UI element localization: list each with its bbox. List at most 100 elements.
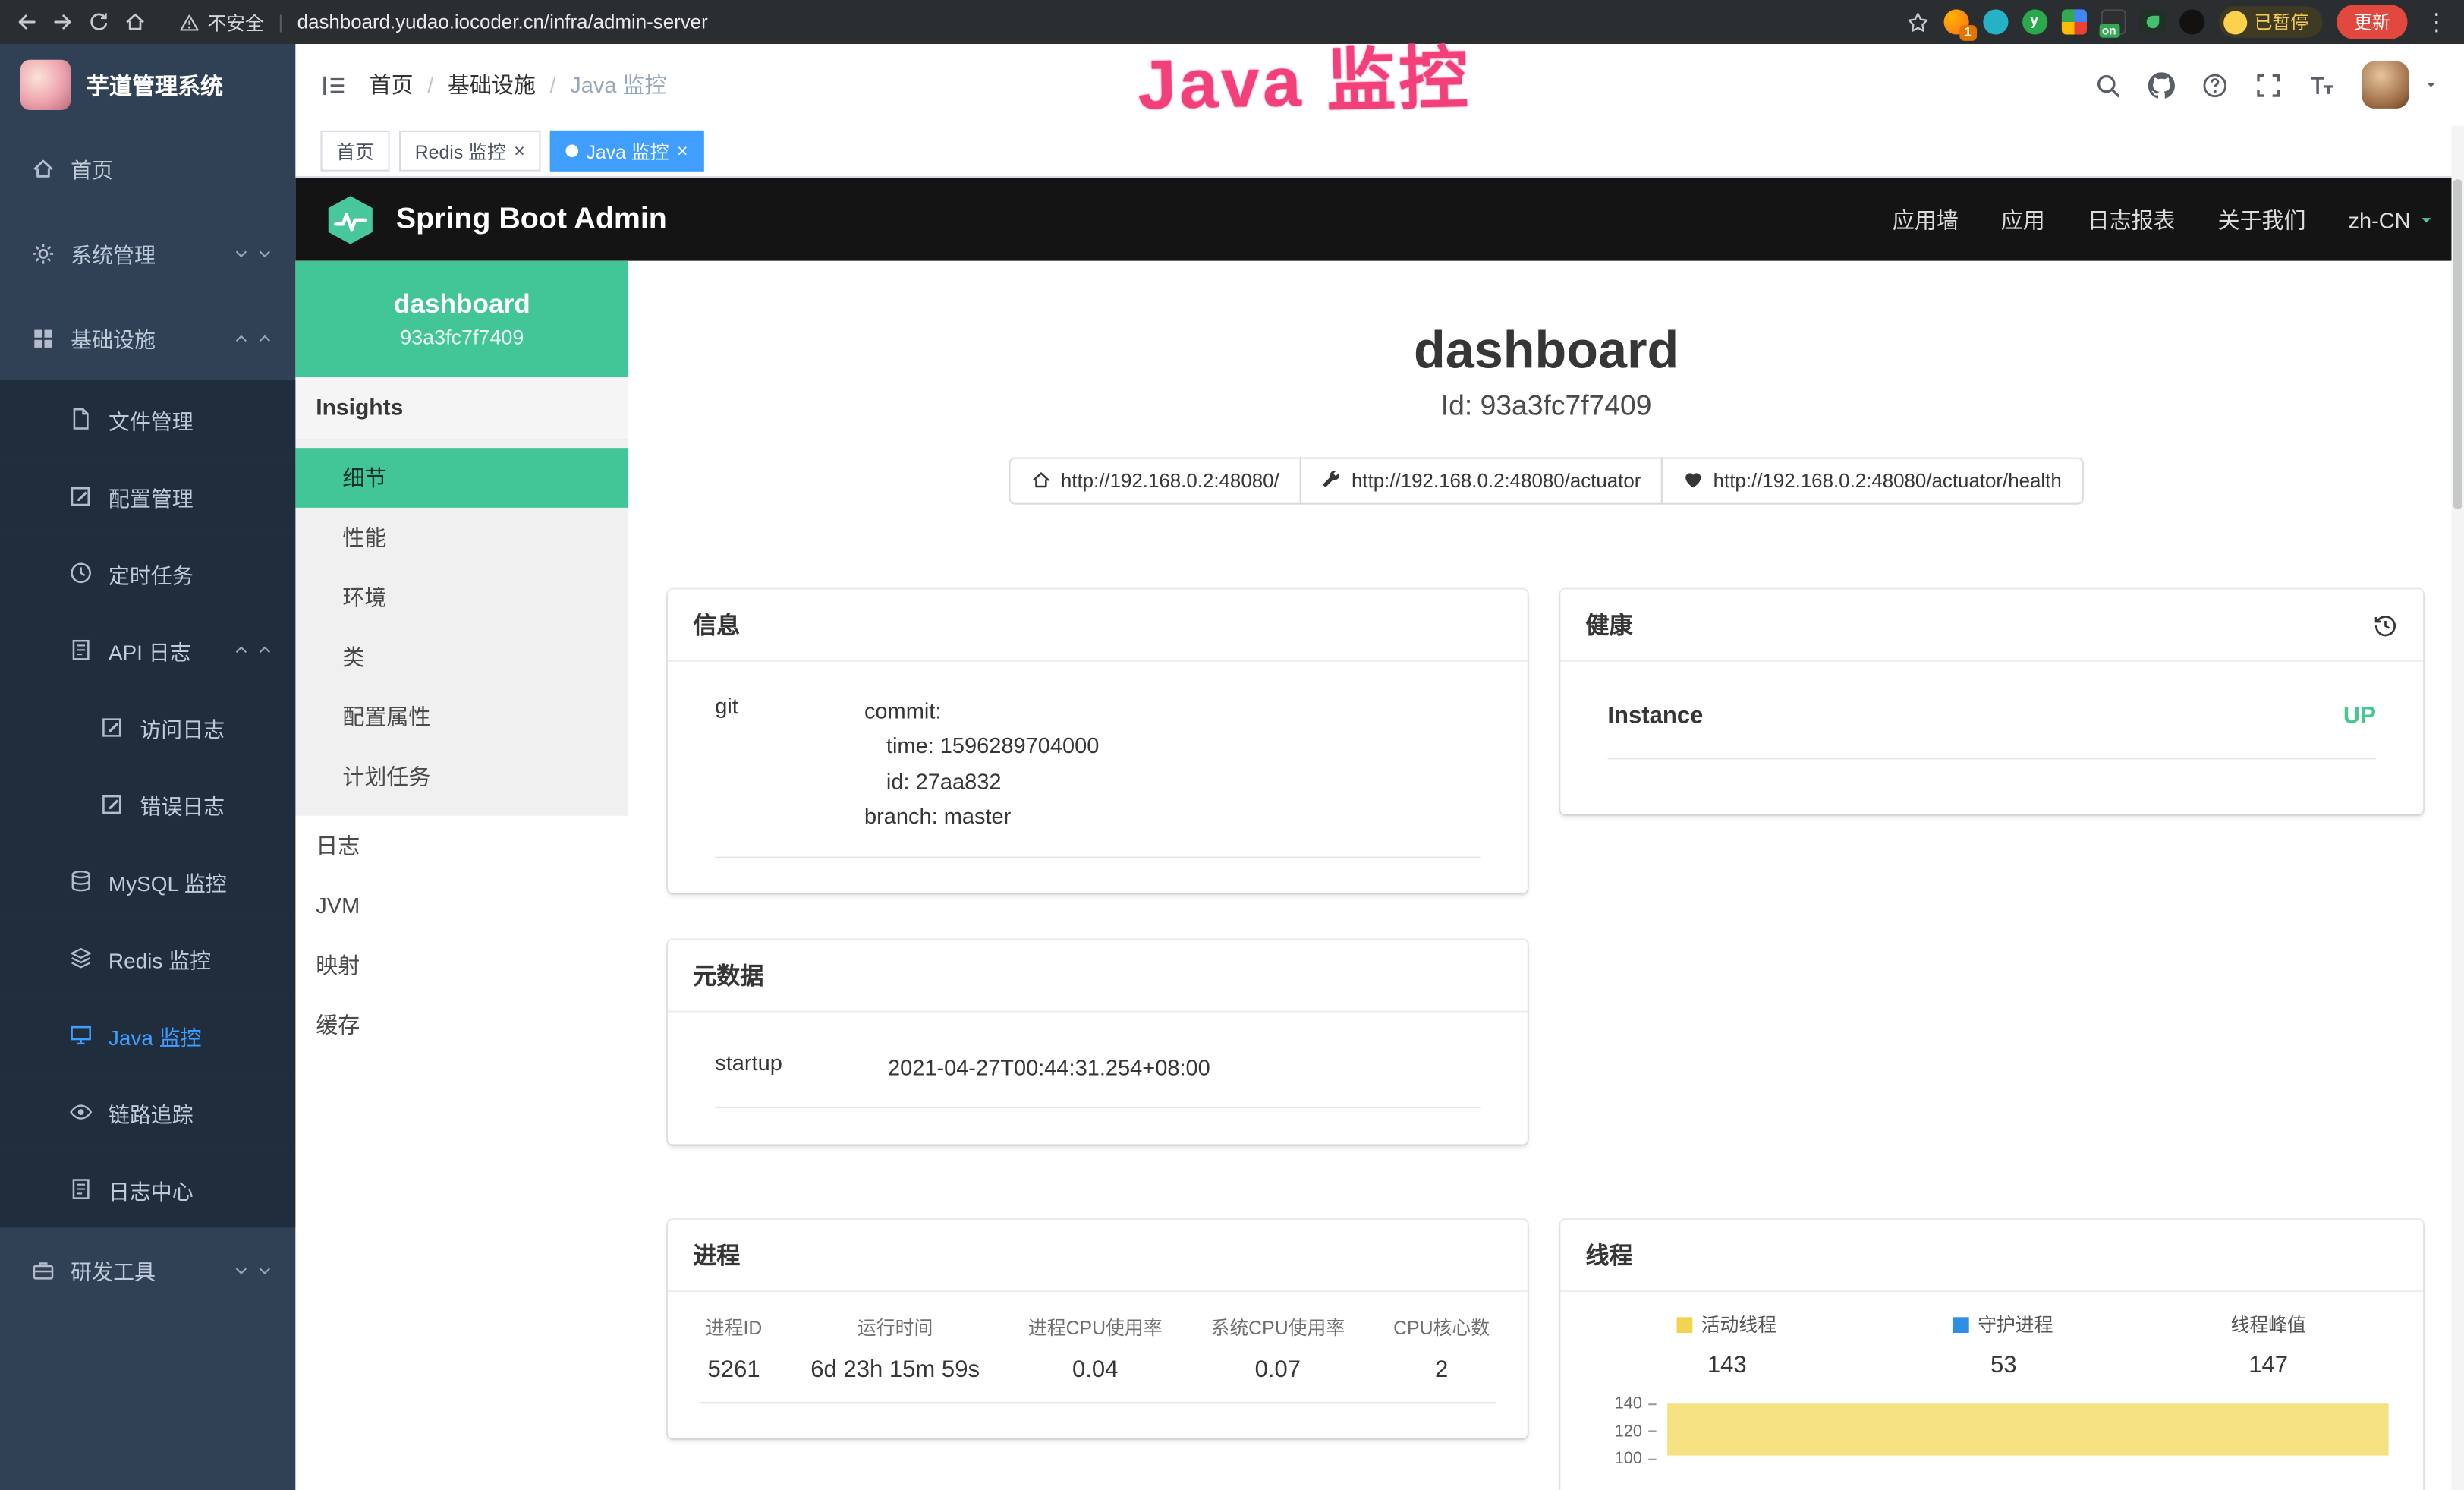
extension-drop-icon[interactable] [1982, 9, 2007, 34]
github-icon[interactable] [2148, 71, 2175, 98]
extension-dark-icon[interactable] [2179, 9, 2204, 34]
browser-menu-icon[interactable]: ⋮ [2425, 8, 2448, 36]
sba-nav-item-2[interactable]: 日志报表 [2088, 203, 2176, 235]
sidebar-toggle-icon[interactable] [320, 71, 347, 98]
process-metric: CPU核心数 2 [1393, 1314, 1490, 1383]
sidebar-item-5[interactable]: 定时任务 [0, 534, 295, 611]
header-actions [2094, 61, 2439, 109]
sidebar-item-8[interactable]: 错误日志 [0, 765, 295, 842]
extension-fox-icon[interactable]: 1 [1943, 9, 1968, 34]
extension-grid-icon[interactable] [2061, 9, 2086, 34]
chevron-down-icon [256, 244, 274, 262]
active-tab-dot [566, 145, 579, 158]
heart-icon [1683, 471, 1704, 491]
sidebar-item-4[interactable]: 配置管理 [0, 458, 295, 534]
browser-reload-icon[interactable] [88, 11, 110, 33]
search-icon[interactable] [2094, 71, 2121, 98]
sidebar-item-7[interactable]: 访问日志 [0, 688, 295, 765]
file-icon [69, 407, 93, 430]
history-icon[interactable] [2373, 613, 2398, 638]
breadcrumb-item[interactable]: 基础设施 [448, 69, 536, 100]
app-logo[interactable]: 芋道管理系统 [0, 44, 295, 126]
avatar-caret-icon[interactable] [2423, 77, 2439, 93]
tab-0[interactable]: 首页 [320, 131, 389, 172]
security-chip[interactable]: 不安全 [179, 8, 264, 35]
breadcrumb-separator: / [550, 72, 556, 97]
status-up-badge: UP [2343, 703, 2376, 729]
browser-home-icon[interactable] [124, 11, 146, 33]
instance-header[interactable]: dashboard 93a3fc7f7409 [295, 261, 628, 377]
sidebar-item-9[interactable]: MySQL 监控 [0, 843, 295, 919]
sidebar-item-14[interactable]: 研发工具 [0, 1227, 295, 1312]
scrollbar-thumb[interactable] [2453, 179, 2462, 509]
info-line: time: 1596289704000 [864, 729, 1099, 764]
root-menu: 日志JVM映射缓存 [295, 816, 628, 1055]
screen: 不安全 | dashboard.yudao.iocoder.cn/infra/a… [0, 0, 2464, 1490]
sba-menu-item[interactable]: 类 [295, 627, 628, 687]
health-row[interactable]: Instance UP [1607, 693, 2376, 759]
scrollbar[interactable] [2451, 126, 2464, 1490]
fullscreen-icon[interactable] [2255, 71, 2282, 98]
sba-nav-item-1[interactable]: 应用 [2001, 203, 2045, 235]
app-title: 芋道管理系统 [87, 68, 223, 101]
help-icon[interactable] [2201, 71, 2228, 98]
sba-menu-item[interactable]: 日志 [295, 816, 628, 876]
sidebar-item-13[interactable]: 日志中心 [0, 1151, 295, 1227]
sba-menu-item[interactable]: JVM [295, 875, 628, 935]
browser-back-icon[interactable] [16, 11, 38, 33]
page-title: dashboard [628, 261, 2464, 380]
tab-2[interactable]: Java 监控 × [550, 131, 703, 172]
breadcrumb-item[interactable]: Java 监控 [570, 69, 666, 100]
sba-menu-item[interactable]: 细节 [295, 448, 628, 508]
instance-links: http://192.168.0.2:48080/ http://192.168… [1009, 457, 2084, 504]
bookmark-star-icon[interactable] [1905, 10, 1929, 33]
legend-swatch [1954, 1316, 1970, 1332]
user-avatar[interactable] [2362, 61, 2409, 109]
sidebar-item-2[interactable]: 基础设施 [0, 295, 295, 380]
link-url: http://192.168.0.2:48080/actuator [1352, 470, 1641, 492]
threads-chart: 140 120 100 [1601, 1403, 2392, 1490]
instance-link-0[interactable]: http://192.168.0.2:48080/ [1009, 457, 1301, 504]
breadcrumb-item[interactable]: 首页 [370, 69, 414, 100]
sba-menu-item[interactable]: 配置属性 [295, 687, 628, 747]
chevron-down-icon [256, 1262, 274, 1279]
sba-brand[interactable]: Spring Boot Admin [396, 202, 667, 237]
sidebar-item-3[interactable]: 文件管理 [0, 380, 295, 457]
sidebar-item-1[interactable]: 系统管理 [0, 210, 295, 295]
instance-link-2[interactable]: http://192.168.0.2:48080/actuator/health [1661, 457, 2083, 504]
sba-nav-item-3[interactable]: 关于我们 [2218, 203, 2306, 235]
sba-menu-item[interactable]: 映射 [295, 935, 628, 995]
sidebar-item-10[interactable]: Redis 监控 [0, 919, 295, 996]
chrome-update-button[interactable]: 更新 [2337, 5, 2407, 39]
metadata-value: 2021-04-27T00:44:31.254+08:00 [888, 1050, 1210, 1085]
menu-section-label: Insights [295, 377, 628, 440]
sba-menu-item[interactable]: 环境 [295, 568, 628, 628]
profile-paused-chip[interactable]: 已暂停 [2218, 6, 2323, 37]
info-line: branch: master [864, 799, 1099, 833]
close-tab-icon[interactable]: × [514, 141, 525, 160]
extension-y-icon[interactable]: y [2022, 9, 2047, 34]
sba-menu-item[interactable]: 缓存 [295, 995, 628, 1055]
extension-switch-icon[interactable]: on [2101, 9, 2126, 34]
db-icon [69, 869, 93, 893]
tab-label: Redis 监控 [415, 137, 506, 164]
home-icon [31, 156, 55, 180]
sidebar-item-0[interactable]: 首页 [0, 126, 295, 211]
language-selector[interactable]: zh-CN [2348, 206, 2435, 232]
extension-leaf-icon[interactable] [2139, 9, 2164, 34]
legend-item: 守护进程 53 [1954, 1311, 2053, 1378]
sba-menu-item[interactable]: 性能 [295, 508, 628, 568]
layers-icon [69, 947, 93, 970]
sidebar-item-6[interactable]: API 日志 [0, 612, 295, 688]
instance-link-1[interactable]: http://192.168.0.2:48080/actuator [1300, 457, 1663, 504]
close-tab-icon[interactable]: × [677, 141, 688, 160]
font-size-icon[interactable] [2308, 71, 2335, 98]
tab-1[interactable]: Redis 监控 × [399, 131, 540, 172]
sba-menu-item[interactable]: 计划任务 [295, 747, 628, 807]
spring-boot-admin-logo-icon[interactable] [324, 193, 377, 246]
sba-nav-item-0[interactable]: 应用墙 [1893, 203, 1959, 235]
sidebar-item-12[interactable]: 链路追踪 [0, 1073, 295, 1150]
edit-icon [101, 792, 124, 816]
browser-forward-icon[interactable] [52, 11, 74, 33]
sidebar-item-11[interactable]: Java 监控 [0, 997, 295, 1073]
